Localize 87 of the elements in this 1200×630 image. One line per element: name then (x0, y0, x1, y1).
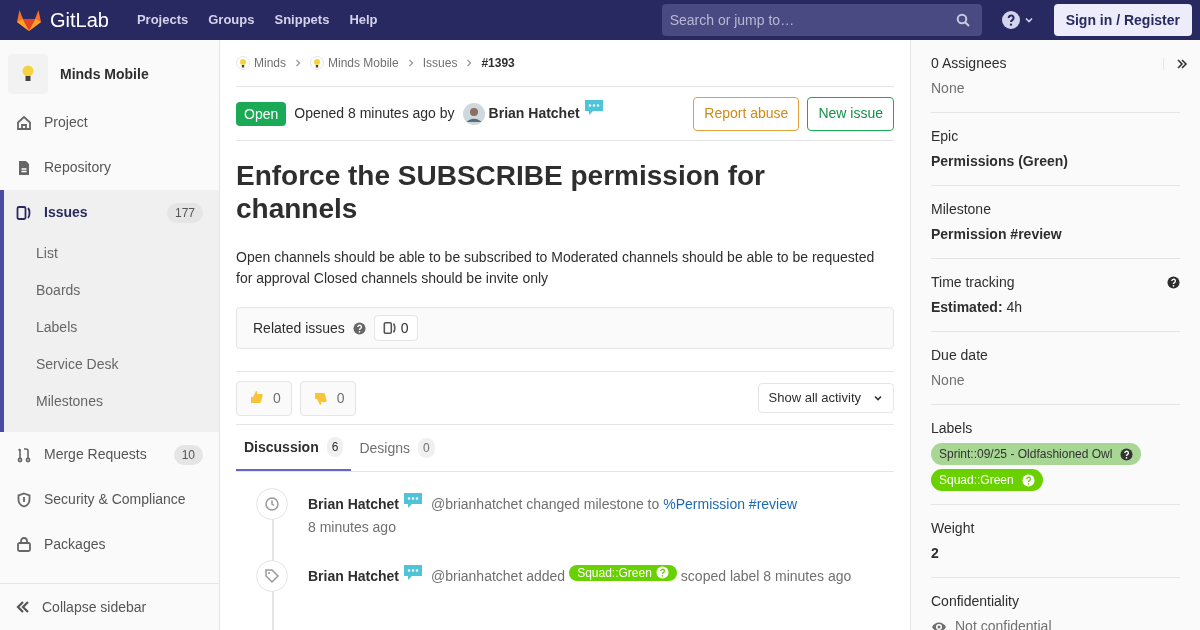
comment-icon (403, 564, 424, 581)
label-tag[interactable]: Sprint::09/25 - Oldfashioned Owl (931, 443, 1142, 465)
chevron-icon (465, 59, 474, 67)
section-title: Milestone (931, 200, 992, 219)
project-name[interactable]: Minds Mobile (60, 63, 149, 85)
search-field[interactable]: Search or jump to… (661, 4, 982, 36)
section-title: Confidentiality (931, 592, 1020, 611)
merge-icon (16, 446, 32, 463)
sidebar-subitem[interactable]: List (16, 235, 219, 272)
nav-link[interactable]: Snippets (274, 10, 330, 30)
sidebar-subitem[interactable]: Service Desk (16, 346, 219, 383)
sidebar-item[interactable]: Issues 177 (16, 190, 219, 235)
sidebar-item[interactable]: Project (16, 100, 219, 145)
estimate-value: 4h (1006, 299, 1023, 315)
section-title: Time tracking (931, 273, 1016, 292)
avatar (462, 102, 485, 125)
section-value: None (931, 79, 966, 98)
section-value: 2 (931, 544, 940, 563)
section-value: Permissions (Green) (931, 152, 1069, 171)
event-time: 8 minutes ago (308, 518, 397, 537)
caret-icon (873, 393, 883, 403)
collapse-icon[interactable] (1176, 57, 1188, 70)
related-issues-title: Related issues (253, 318, 345, 338)
sign-in-button[interactable]: Sign in / Register (1053, 4, 1192, 36)
event-text: scoped label 8 minutes ago (680, 567, 852, 586)
section-value: None (931, 371, 966, 390)
nav-link[interactable]: Groups (208, 10, 255, 30)
reaction-button[interactable]: 0 (299, 380, 356, 416)
project-avatar (8, 54, 48, 94)
section-title: Due date (931, 346, 989, 365)
tab[interactable]: Discussion 6 (236, 425, 352, 471)
sidebar-subitem[interactable]: Milestones (16, 383, 219, 420)
issue-description: Open channels should be able to be subscribed to Moderated channels should be able to be requested for approval Closed channels should be invite only (236, 248, 876, 288)
opened-text: Opened 8 minutes ago by (294, 104, 455, 123)
milestone-link[interactable]: %Permission #review (663, 494, 798, 515)
reaction-button[interactable]: 0 (236, 380, 292, 416)
shield-icon (16, 491, 32, 508)
caret-icon (1023, 15, 1034, 25)
help-icon (1120, 447, 1134, 461)
help-icon (1021, 473, 1035, 487)
comment-icon (403, 492, 424, 509)
section-title: Epic (931, 127, 960, 146)
tab[interactable]: Designs 0 (351, 425, 443, 471)
help-icon (1167, 276, 1180, 289)
estimate-label: Estimated: (931, 299, 1003, 315)
author-link[interactable]: Brian Hatchet (488, 103, 580, 124)
sidebar-subitem[interactable]: Boards (16, 272, 219, 309)
sidebar-item[interactable]: Security & Compliance (16, 477, 219, 522)
breadcrumb-link[interactable]: #1393 (481, 54, 515, 72)
breadcrumb-link[interactable]: Issues (422, 54, 458, 72)
section-title: 0 Assignees (931, 54, 1008, 73)
related-issues-count: 0 (373, 315, 418, 341)
action-button[interactable]: New issue (807, 96, 894, 131)
home-icon (16, 114, 32, 131)
section-value: Permission #review (931, 225, 1063, 244)
search-icon (955, 13, 970, 27)
sidebar-item[interactable]: Merge Requests 10 (16, 432, 219, 477)
doc-icon (16, 159, 32, 176)
collapse-sidebar-button[interactable]: Collapse sidebar (0, 583, 219, 630)
breadcrumb-link[interactable]: Minds Mobile (328, 54, 399, 72)
logo-text[interactable]: GitLab (50, 5, 109, 35)
sidebar-item[interactable]: Packages (16, 522, 219, 567)
issues-icon (382, 321, 397, 335)
comment-icon (583, 99, 604, 116)
nav-link[interactable]: Projects (136, 10, 189, 30)
issue-title: Enforce the SUBSCRIBE permission for channels (236, 159, 766, 225)
breadcrumb-link[interactable]: Minds (254, 54, 286, 72)
double-chevron-icon (16, 600, 30, 614)
help-icon (655, 566, 669, 579)
nav-link[interactable]: Help (349, 10, 378, 30)
help-icon (352, 321, 366, 335)
sidebar-item[interactable]: Repository (16, 145, 219, 190)
status-badge: Open (236, 101, 287, 126)
event-text: @brianhatchet added (431, 567, 566, 586)
event-text: @brianhatchet changed milestone to (431, 495, 660, 514)
author-link[interactable]: Brian Hatchet (308, 566, 400, 587)
section-title: Weight (931, 519, 976, 538)
chevron-icon (294, 59, 302, 67)
help-menu-button[interactable] (1001, 11, 1034, 29)
activity-filter-dropdown[interactable]: Show all activity (757, 383, 894, 413)
section-title: Labels (931, 419, 974, 438)
issues-icon (16, 204, 32, 221)
author-link[interactable]: Brian Hatchet (308, 494, 400, 515)
package-icon (16, 536, 32, 553)
gitlab-logo-icon[interactable] (16, 8, 42, 32)
sidebar-subitem[interactable]: Labels (16, 309, 219, 346)
chevron-icon (406, 59, 415, 67)
